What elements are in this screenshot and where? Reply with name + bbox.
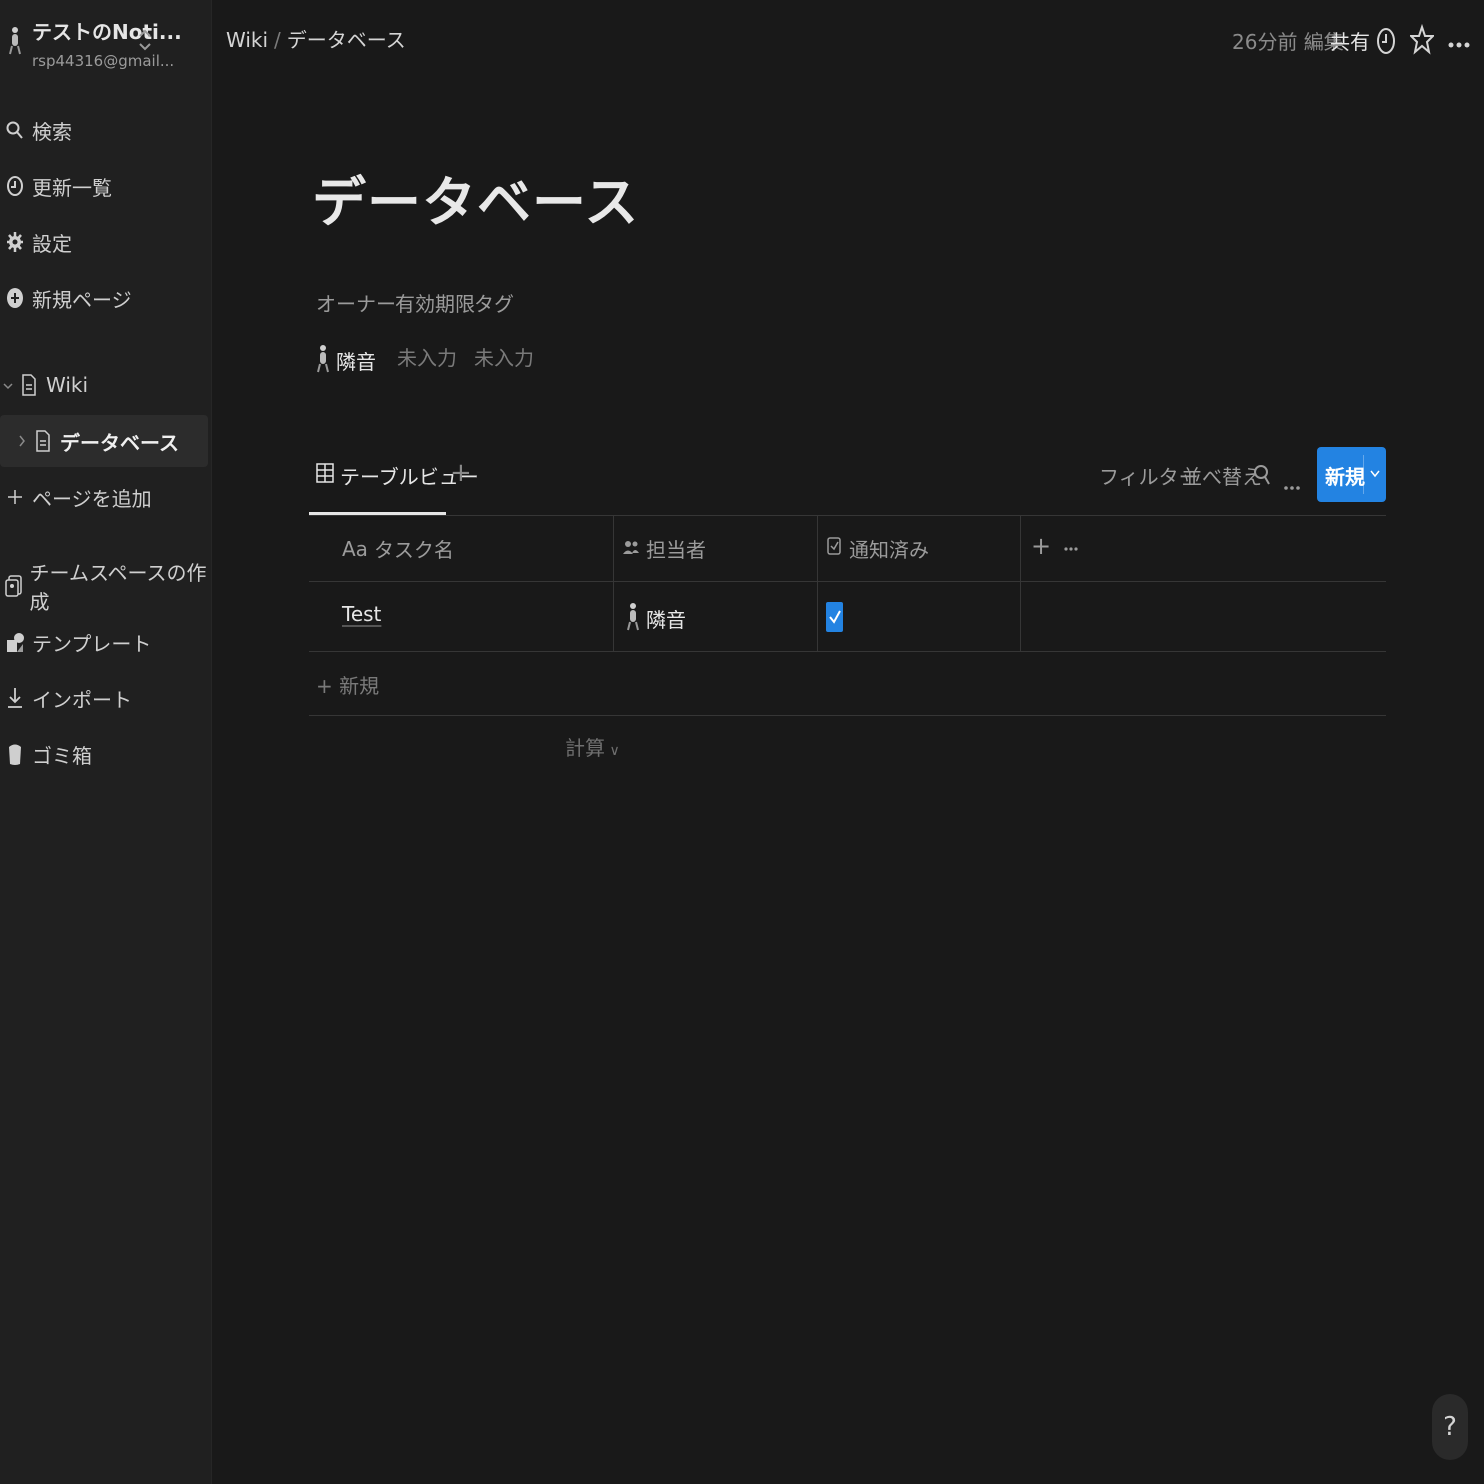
search-icon[interactable] [1253,462,1271,493]
sidebar-item-label: 検索 [32,119,72,144]
property-value-owner[interactable]: 隣音 [316,342,376,379]
property-value-tags[interactable]: 未入力 [474,342,534,371]
column-divider [817,516,818,651]
search-icon [2,117,28,143]
more-icon[interactable] [1284,472,1300,496]
sidebar-page-database[interactable]: データベース [0,415,208,467]
table-header-border [309,581,1386,582]
add-row-button[interactable]: + 新規 [316,670,379,699]
property-value-due[interactable]: 未入力 [397,342,457,371]
chevron-down-icon [2,373,14,397]
assignee-name: 隣音 [646,608,686,632]
sort-button[interactable]: 並べ替え [1182,461,1262,490]
topbar: Wiki / データベース 26分前 編集 共有 [212,0,1484,82]
sidebar: テストのNoti... rsp44316@gmail... 検索 更新一覧 設定… [0,0,212,1484]
page-icon [16,372,42,398]
plus-circle-icon [2,285,28,311]
sidebar-item-label: 設定 [32,231,72,256]
calculate-button[interactable]: 計算 ∨ [565,732,620,761]
sidebar-item-new-page[interactable]: 新規ページ [0,274,208,322]
notified-checkbox[interactable] [826,602,843,632]
avatar [316,342,330,379]
column-header-label: 担当者 [646,538,706,562]
calc-label: 計算 [565,736,605,760]
property-label-owner[interactable]: オーナー [316,288,396,317]
column-divider [613,516,614,651]
add-view-button[interactable]: + [450,458,472,488]
sidebar-item-label: インポート [32,687,132,712]
add-row-label: 新規 [339,674,380,698]
breadcrumb-separator: / [274,28,281,52]
sidebar-item-templates[interactable]: テンプレート [0,618,208,666]
share-button[interactable]: 共有 [1330,26,1370,55]
chevron-right-icon [16,429,28,453]
download-icon [2,685,28,711]
sidebar-item-label: Wiki [46,373,89,397]
workspace-switcher[interactable]: テストのNoti... rsp44316@gmail... [6,14,206,74]
template-icon [2,629,28,655]
owner-name: 隣音 [336,350,376,374]
plus-icon: + [316,674,340,698]
page-title[interactable]: データベース [312,158,639,237]
sidebar-item-label: ページを追加 [32,486,152,511]
column-header-assignee[interactable]: 担当者 [622,534,706,563]
column-header-task[interactable]: Aa タスク名 [342,534,454,563]
table-icon [316,462,334,489]
property-label-due[interactable]: 有効期限 [395,288,475,317]
table-new-row-border [309,715,1386,716]
sidebar-item-label: 更新一覧 [32,175,112,200]
sidebar-item-search[interactable]: 検索 [0,106,208,154]
sidebar-item-teamspace[interactable]: チームスペースの作成 [0,561,208,614]
clock-icon [2,173,28,199]
property-label-tags[interactable]: タグ [474,288,514,317]
sidebar-item-label: データベース [60,430,179,455]
sidebar-item-label: チームスペースの作成 [29,561,207,614]
table-border-top [309,515,1386,516]
breadcrumb-item[interactable]: Wiki [226,28,268,52]
button-divider [1363,455,1364,494]
star-icon[interactable] [1408,23,1436,60]
table-row-border [309,651,1386,652]
edited-timestamp: 26分前 編集 [1232,30,1344,54]
table-cell-task-name[interactable]: Test [342,602,381,626]
sidebar-item-label: テンプレート [32,631,152,656]
breadcrumb-item[interactable]: データベース [287,28,406,52]
add-column-button[interactable]: + [1031,532,1051,560]
sidebar-page-wiki[interactable]: Wiki [0,361,208,409]
sidebar-item-label: 新規ページ [32,287,132,312]
clock-icon[interactable] [1376,24,1396,60]
sidebar-add-page[interactable]: ページを追加 [0,473,208,521]
breadcrumb: Wiki / データベース [226,24,406,53]
sidebar-item-label: ゴミ箱 [32,743,92,768]
column-header-label: タスク名 [373,538,454,562]
more-icon[interactable] [1448,34,1470,53]
trash-icon [2,741,28,767]
checkbox-icon [827,535,843,562]
avatar [626,600,640,637]
people-icon [622,537,640,561]
new-button-label: 新規 [1325,465,1365,489]
chevron-down-icon[interactable] [1369,461,1381,489]
column-header-notified[interactable]: 通知済み [827,534,929,563]
chevron-down-icon: ∨ [605,743,620,759]
more-icon[interactable] [1064,546,1078,552]
page-icon [30,428,56,454]
sidebar-item-updates[interactable]: 更新一覧 [0,162,208,210]
chevron-updown-icon [138,26,152,58]
plus-icon [2,484,28,510]
teamspace-icon [2,573,26,599]
workspace-email: rsp44316@gmail... [32,52,175,70]
column-divider [1020,516,1021,651]
new-record-button[interactable]: 新規 [1317,447,1386,502]
sidebar-item-import[interactable]: インポート [0,674,208,722]
table-cell-assignee[interactable]: 隣音 [626,600,686,637]
avatar [8,24,22,60]
sidebar-item-settings[interactable]: 設定 [0,218,208,266]
text-type-icon: Aa [342,536,368,561]
sidebar-item-trash[interactable]: ゴミ箱 [0,730,208,778]
workspace-name: テストのNoti... [32,20,182,44]
gear-icon [2,229,28,255]
column-header-label: 通知済み [849,538,929,562]
help-button[interactable]: ? [1432,1394,1468,1460]
